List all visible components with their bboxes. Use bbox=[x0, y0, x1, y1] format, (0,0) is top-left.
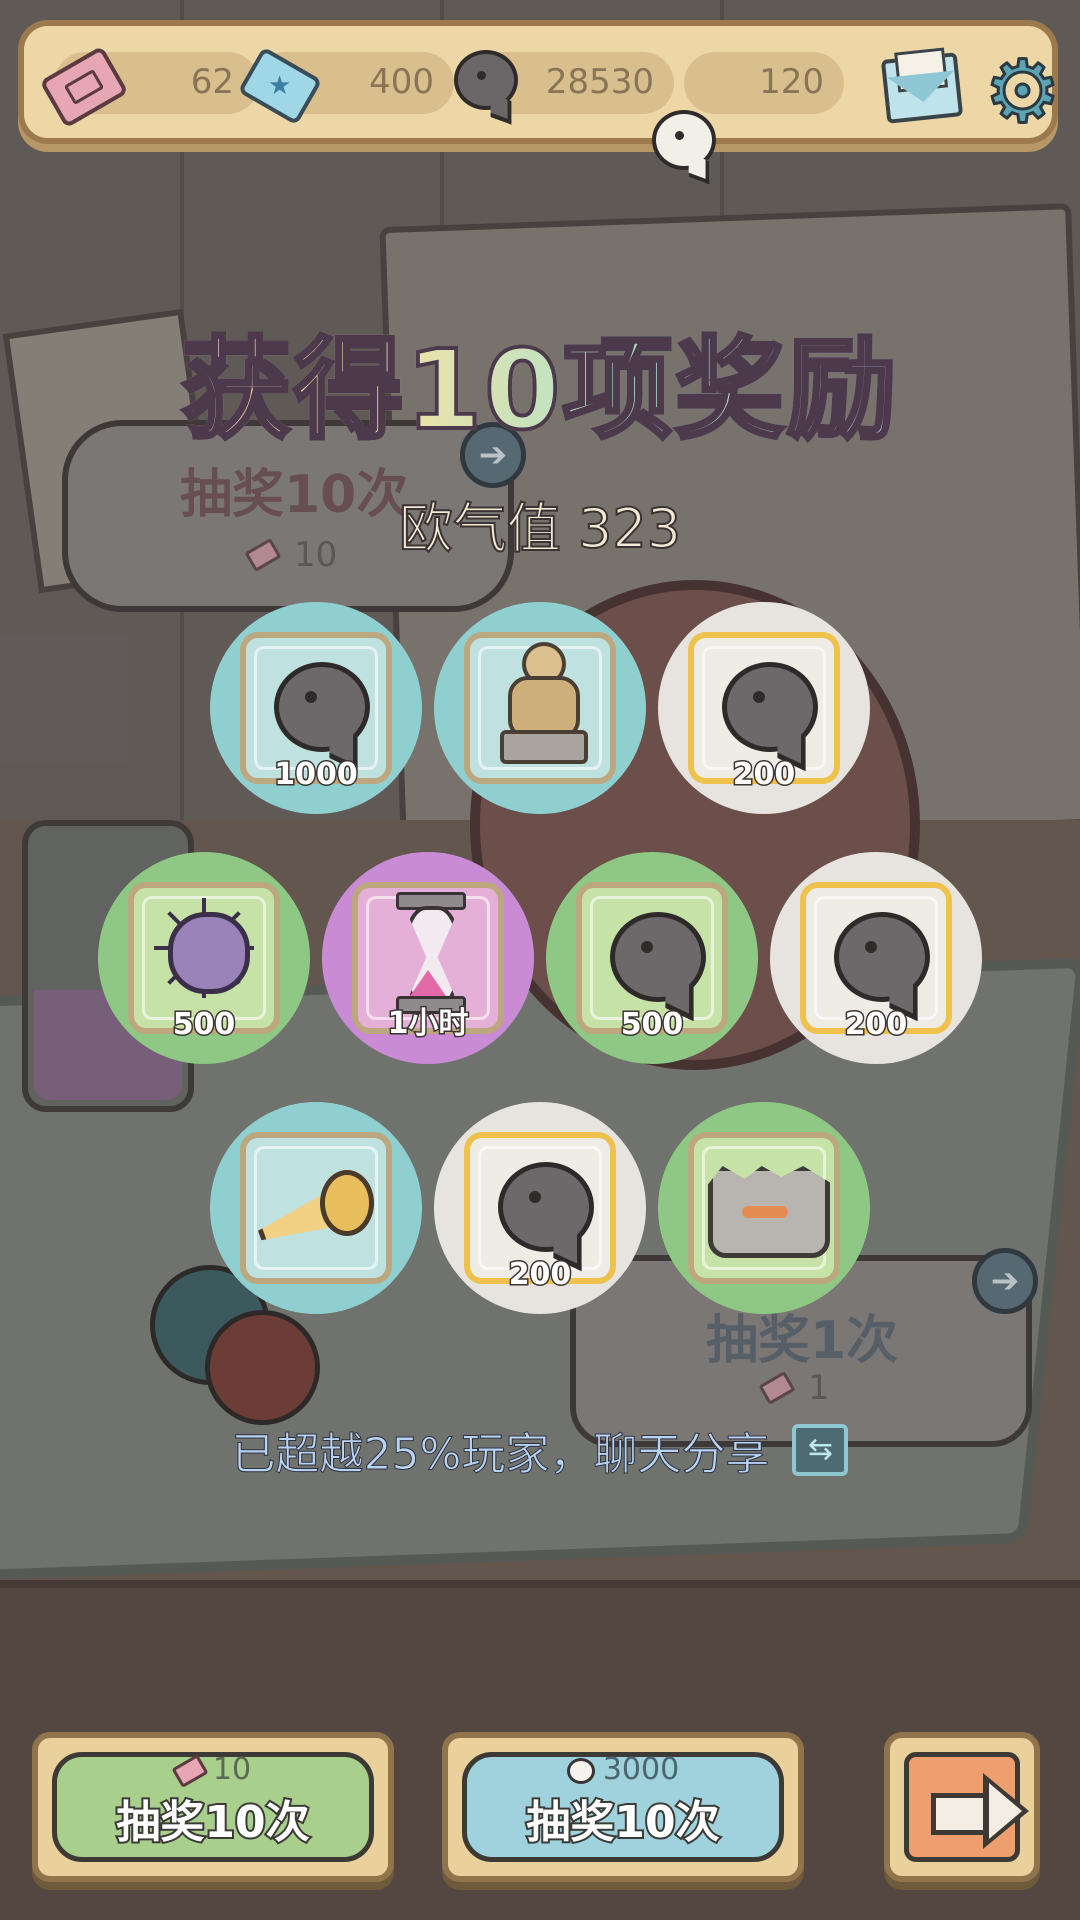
luck-value: 欧气值 323 bbox=[398, 496, 682, 561]
reward-item-4[interactable]: 500 bbox=[98, 852, 310, 1064]
horn-icon bbox=[256, 1170, 374, 1240]
reward-title: 获得10项奖励 bbox=[0, 300, 1080, 460]
reward-item-8[interactable] bbox=[210, 1102, 422, 1314]
white-bubbles-value: 120 bbox=[759, 62, 824, 102]
reward-quantity: 200 bbox=[731, 756, 797, 794]
share-icon[interactable]: ⇆ bbox=[792, 1424, 849, 1476]
draw-10-ticket-cost-value: 10 bbox=[212, 1752, 252, 1787]
reward-quantity: 1000 bbox=[273, 756, 360, 794]
speech-bubble-icon bbox=[274, 662, 370, 752]
reward-item-6[interactable]: 500 bbox=[546, 852, 758, 1064]
draw-10-bubble-cost: 3000 bbox=[448, 1752, 798, 1787]
share-row[interactable]: 已超越25%玩家，聊天分享 ⇆ bbox=[0, 1418, 1080, 1482]
speech-bubble-icon bbox=[610, 912, 706, 1002]
reward-item-2[interactable] bbox=[434, 602, 646, 814]
ticket-icon bbox=[171, 1753, 209, 1788]
speech-bubble-icon bbox=[498, 1162, 594, 1252]
draw-10-bubble-label: 抽奖10次 bbox=[524, 1795, 721, 1850]
white-bubble-icon bbox=[652, 110, 716, 170]
hourglass-icon bbox=[396, 892, 466, 1014]
draw-10-bubble-button[interactable]: 3000 抽奖10次 bbox=[442, 1732, 804, 1882]
tickets-value: 62 bbox=[190, 62, 234, 102]
virus-icon bbox=[154, 898, 254, 998]
gear-icon[interactable]: ⚙ bbox=[983, 48, 1063, 137]
next-button[interactable] bbox=[884, 1732, 1040, 1882]
draw-10-ticket-button[interactable]: 10 抽奖10次 bbox=[32, 1732, 394, 1882]
arrow-right-icon bbox=[931, 1773, 1031, 1849]
speech-bubble-icon bbox=[834, 912, 930, 1002]
resource-bar: 62 400 28530 120 ⚙ bbox=[18, 20, 1063, 170]
reward-item-5[interactable]: 1小时 bbox=[322, 852, 534, 1064]
reward-quantity: 200 bbox=[843, 1006, 909, 1044]
dark-bubble-icon bbox=[454, 50, 518, 110]
dark-bubbles-value: 28530 bbox=[545, 62, 654, 102]
reward-quantity: 1小时 bbox=[386, 1005, 470, 1043]
crystals-value: 400 bbox=[369, 62, 434, 102]
white-bubble-icon bbox=[566, 1757, 595, 1784]
reward-item-10[interactable] bbox=[658, 1102, 870, 1314]
reward-item-7[interactable]: 200 bbox=[770, 852, 982, 1064]
draw-10-bubble-cost-value: 3000 bbox=[602, 1752, 680, 1787]
reward-quantity: 500 bbox=[171, 1006, 237, 1044]
reward-quantity: 200 bbox=[507, 1256, 573, 1294]
share-text[interactable]: 已超越25%玩家，聊天分享 bbox=[231, 1418, 770, 1482]
reward-item-9[interactable]: 200 bbox=[434, 1102, 646, 1314]
draw-10-ticket-label: 抽奖10次 bbox=[114, 1795, 311, 1850]
speech-bubble-icon bbox=[722, 662, 818, 752]
reward-quantity: 500 bbox=[619, 1006, 685, 1044]
rock-idol-icon bbox=[708, 1152, 830, 1258]
statue-icon bbox=[500, 642, 588, 764]
reward-item-1[interactable]: 1000 bbox=[210, 602, 422, 814]
draw-10-ticket-cost: 10 bbox=[38, 1752, 388, 1788]
mail-icon[interactable] bbox=[880, 52, 964, 124]
reward-item-3[interactable]: 200 bbox=[658, 602, 870, 814]
